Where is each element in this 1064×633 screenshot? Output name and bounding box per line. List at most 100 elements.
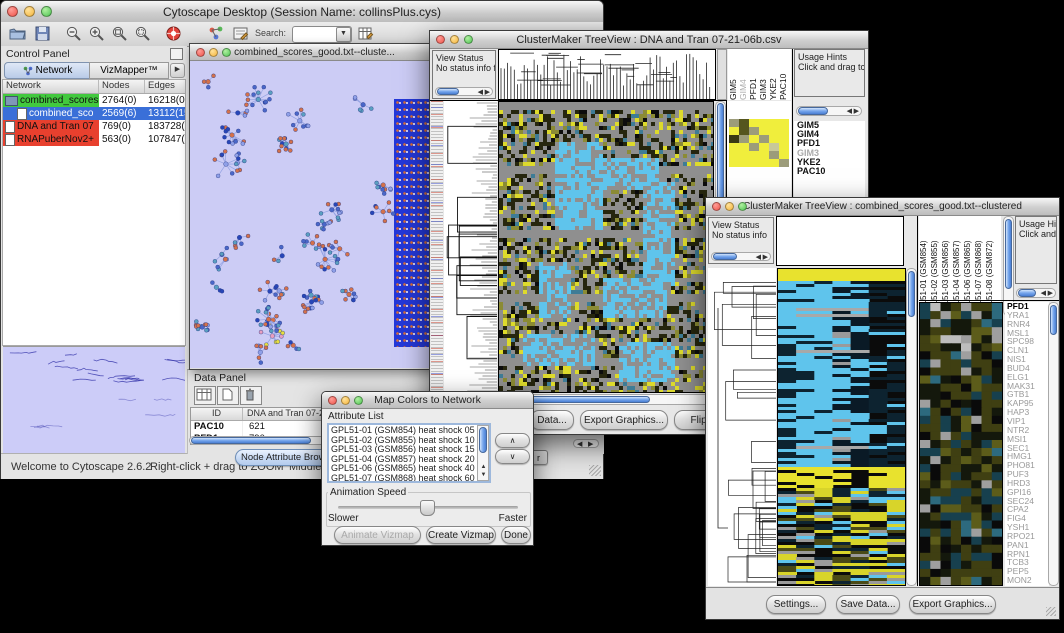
tab-network[interactable]: Network [4, 62, 91, 79]
tv2-genes-vscrollbar[interactable] [1048, 302, 1059, 586]
zoom-window-icon[interactable] [222, 48, 231, 57]
data-panel-hscrollbar[interactable] [189, 436, 325, 445]
open-file-icon[interactable] [9, 25, 26, 42]
column-label: YKE2 [768, 49, 778, 100]
animate-vizmap-button: Animate Vizmap [334, 526, 421, 544]
tv2-settings-button[interactable]: Settings... [766, 595, 826, 614]
zoom-in-icon[interactable] [88, 25, 105, 42]
tv2-usage-scrollbar[interactable]: ◀▶ [1016, 288, 1056, 298]
close-icon[interactable] [7, 6, 18, 17]
delete-attribute-trash-icon[interactable] [240, 386, 262, 405]
network-overview-thumbnail[interactable] [3, 346, 185, 455]
column-label: GPL51-08 (GSM872) [985, 216, 996, 316]
main-titlebar[interactable]: Cytoscape Desktop (Session Name: collins… [1, 1, 603, 23]
close-icon[interactable] [196, 48, 205, 57]
search-dropdown-arrow-icon[interactable]: ▼ [336, 27, 351, 42]
minimize-icon[interactable] [450, 35, 459, 44]
tab-vizmapper-label: VizMapper™ [100, 65, 158, 76]
attribute-list-item[interactable]: GPL51-07 (GSM868) heat shock 60 min [331, 474, 487, 484]
close-icon[interactable] [328, 396, 337, 405]
zoom-selected-icon[interactable] [134, 25, 151, 42]
dialog-title: Map Colors to Network [374, 394, 481, 406]
attribute-list-item[interactable]: GPL51-02 (GSM855) heat shock 10 min [331, 436, 487, 446]
network-list-panel: Network Nodes Edges combined_scores2764(… [2, 79, 186, 346]
slower-label: Slower [328, 513, 359, 524]
tab-vizmapper[interactable]: VizMapper™ [89, 62, 169, 79]
create-vizmap-button[interactable]: Create Vizmap [426, 526, 496, 544]
help-lifesaver-icon[interactable] [165, 25, 182, 42]
col-header-edges[interactable]: Edges [145, 80, 185, 93]
desktop: Cytoscape Desktop (Session Name: collins… [0, 0, 1064, 633]
tv2-labels-vscrollbar[interactable] [1003, 216, 1014, 316]
dialog-titlebar[interactable]: Map Colors to Network [322, 392, 533, 409]
annotation-icon[interactable] [232, 25, 249, 42]
treeview2-titlebar[interactable]: ClusterMaker TreeView : combined_scores_… [706, 198, 1059, 216]
tv1-status-scrollbar[interactable]: ◀▶ [435, 87, 493, 96]
close-icon[interactable] [436, 35, 445, 44]
tv1-labels-hscrollbar[interactable]: ◀▶ [796, 106, 862, 116]
attribute-list-item[interactable]: GPL51-01 (GSM854) heat shock 05 min [331, 426, 487, 436]
tv1-export-graphics-button[interactable]: Export Graphics... [580, 410, 668, 430]
window-controls[interactable] [7, 1, 52, 22]
minimize-icon[interactable] [341, 396, 350, 405]
attribute-list-item[interactable]: GPL51-06 (GSM865) heat shock 40 min [331, 464, 487, 474]
zoom-window-icon[interactable] [41, 6, 52, 17]
speed-slider-thumb[interactable] [420, 500, 435, 516]
zoom-window-icon[interactable] [354, 396, 363, 405]
save-icon[interactable] [34, 25, 51, 42]
zoom-window-icon[interactable] [738, 202, 747, 211]
float-panel-icon[interactable] [170, 48, 183, 60]
network-view-title: combined_scores_good.txt--cluste... [234, 47, 395, 58]
attribute-list-item[interactable]: GPL51-03 (GSM856) heat shock 15 min [331, 445, 487, 455]
minimize-icon[interactable] [725, 202, 734, 211]
vizmapper-icon[interactable] [208, 25, 225, 42]
col-header-nodes[interactable]: Nodes [99, 80, 145, 93]
network-table-row[interactable]: DNA and Tran 07769(0)183728(0) [3, 120, 185, 133]
tv2-vscrollbar[interactable] [906, 268, 917, 586]
tv2-row-dendrogram[interactable] [708, 268, 776, 586]
tv2-save-data-button[interactable]: Save Data... [836, 595, 900, 614]
main-resize-grip[interactable] [589, 465, 601, 476]
treeview1-titlebar[interactable]: ClusterMaker TreeView : DNA and Tran 07-… [430, 31, 868, 49]
column-label: GPL51-04 (GSM857) [952, 216, 963, 316]
zoom-fit-icon[interactable] [111, 25, 128, 42]
attribute-list-scrollbar[interactable]: ▲ ▼ [477, 425, 489, 481]
tv1-row-dendrogram[interactable] [444, 101, 497, 393]
minimize-icon[interactable] [209, 48, 218, 57]
attribute-table-icon[interactable] [357, 25, 374, 42]
network-canvas[interactable] [190, 61, 437, 368]
zoom-window-icon[interactable] [464, 35, 473, 44]
tv2-heatmap[interactable] [777, 268, 906, 586]
tv1-heatmap[interactable] [498, 101, 714, 393]
dp-mini-hscrollbar[interactable]: ◀▶ [573, 439, 599, 448]
tv2-zoom-heatmap[interactable] [919, 302, 1003, 586]
col-header-network[interactable]: Network [3, 80, 99, 93]
tv2-export-graphics-button[interactable]: Export Graphics... [909, 595, 996, 614]
tab-overflow-arrow-icon[interactable]: ▶ [170, 63, 185, 78]
faster-label: Faster [499, 513, 527, 524]
tv1-column-dendrogram[interactable] [498, 49, 716, 100]
treeview2-title: ClusterMaker TreeView : combined_scores_… [743, 201, 1022, 212]
tv2-column-dendrogram[interactable] [776, 216, 904, 266]
gene-label: PAN1 [1007, 541, 1049, 550]
tv1-save-data-button[interactable]: Data... [530, 410, 574, 430]
network-table-row[interactable]: combined_sco2569(6)13112(15) [3, 107, 185, 120]
attribute-select-icon[interactable] [194, 386, 216, 405]
zoom-out-icon[interactable] [65, 25, 82, 42]
attribute-listbox[interactable]: GPL51-01 (GSM854) heat shock 05 minGPL51… [327, 423, 491, 483]
close-icon[interactable] [712, 202, 721, 211]
tv2-status-scrollbar[interactable]: ◀▶ [711, 252, 771, 261]
dp-col-id[interactable]: ID [191, 408, 243, 420]
gene-label: KAP95 [1007, 399, 1049, 408]
move-down-button[interactable]: ∨ [495, 449, 530, 464]
network-table-row[interactable]: RNAPuberNov2+563(0)107847(0) [3, 133, 185, 146]
done-button[interactable]: Done [501, 526, 531, 544]
network-table-row[interactable]: combined_scores2764(0)16218(0) [3, 94, 185, 107]
tv2-resize-grip[interactable] [1046, 607, 1056, 616]
minimize-icon[interactable] [24, 6, 35, 17]
tv1-splitter[interactable] [717, 49, 727, 100]
new-attribute-icon[interactable] [217, 386, 239, 405]
move-up-button[interactable]: ∧ [495, 433, 530, 448]
network-view-titlebar[interactable]: combined_scores_good.txt--cluste... [190, 44, 439, 61]
attribute-list-item[interactable]: GPL51-04 (GSM857) heat shock 20 min [331, 455, 487, 465]
